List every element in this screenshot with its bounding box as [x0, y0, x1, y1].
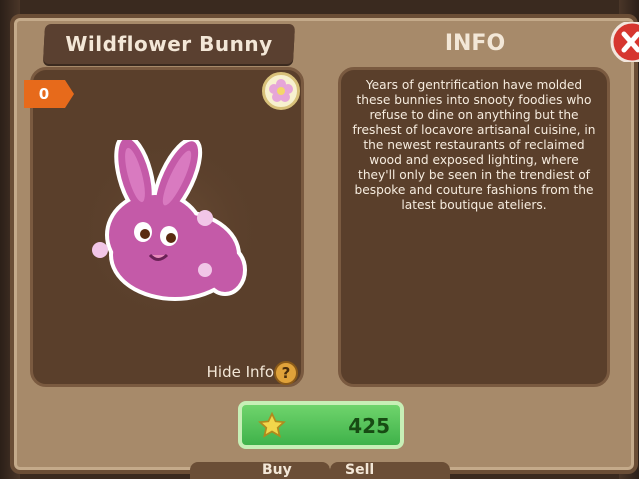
- flower-icon: [262, 72, 300, 110]
- star-icon: [258, 412, 286, 438]
- hide-info-link[interactable]: Hide Info: [200, 362, 274, 382]
- buy-tab-label: Buy: [262, 462, 292, 478]
- help-button[interactable]: ?: [274, 361, 298, 385]
- item-description: Years of gentrification have molded thes…: [352, 78, 596, 212]
- item-count: 0: [38, 85, 50, 103]
- buy-tab[interactable]: [190, 462, 330, 479]
- info-heading: INFO: [444, 31, 506, 56]
- close-icon[interactable]: [610, 22, 639, 62]
- bunny-pet-image: [75, 140, 265, 325]
- price-value: 425: [348, 414, 390, 438]
- sell-tab-label: Sell: [345, 462, 375, 478]
- item-title: Wildflower Bunny: [65, 32, 273, 56]
